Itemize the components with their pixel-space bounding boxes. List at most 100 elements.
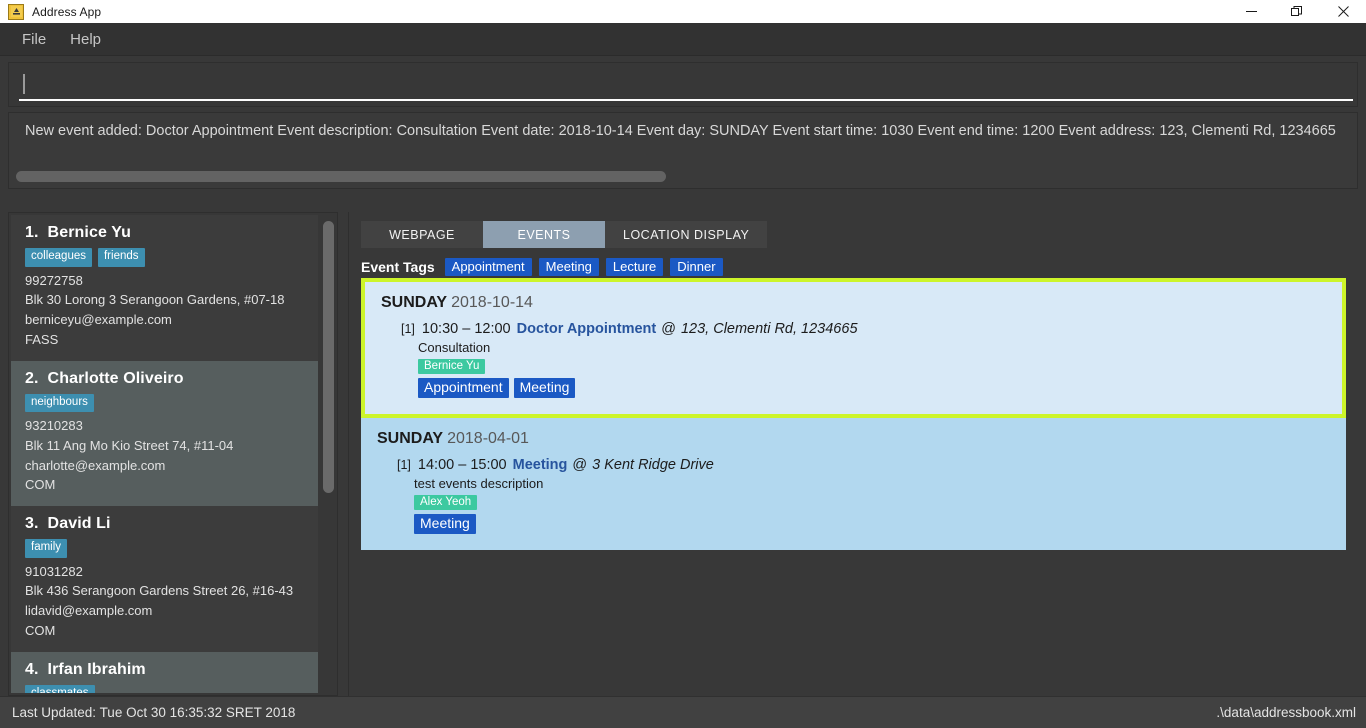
status-last-updated: Last Updated: Tue Oct 30 16:35:32 SRET 2… [12,705,296,720]
event-person-tag: Alex Yeoh [414,495,478,510]
status-bar: Last Updated: Tue Oct 30 16:35:32 SRET 2… [0,696,1366,728]
event-tag-filter-lecture[interactable]: Lecture [605,257,664,276]
person-index: 3. [25,515,39,533]
event-name[interactable]: Meeting [513,457,568,473]
event-tag-filter-appointment[interactable]: Appointment [444,257,532,276]
person-address: Blk 11 Ang Mo Kio Street 74, #11-04 [25,437,234,453]
person-name-row: 4. Irfan Ibrahim [25,661,304,679]
person-phone: 91031282 [25,563,83,579]
text-caret [23,74,25,94]
event-at-symbol: @ [661,321,676,337]
event-date-header: SUNDAY 2018-04-01 [377,430,1330,448]
person-tag: friends [97,248,145,267]
person-phone: 93210283 [25,418,83,434]
tab-webpage[interactable]: WEBPAGE [361,221,483,248]
person-index: 1. [25,224,39,241]
menu-help[interactable]: Help [58,26,113,53]
event-tags-bar: Event Tags Appointment Meeting Lecture D… [361,257,1358,276]
person-name-row: 3. David Li [25,515,304,533]
person-faculty: COM [25,477,56,493]
tab-bar: WEBPAGE EVENTS LOCATION DISPLAY [361,221,1358,248]
event-address: 123, Clementi Rd, 1234665 [680,321,858,337]
tab-location-display[interactable]: LOCATION DISPLAY [605,221,768,248]
event-tag-filter-dinner[interactable]: Dinner [670,257,723,276]
person-name: Irfan Ibrahim [47,660,146,678]
person-list-vscrollbar-thumb[interactable] [323,221,334,493]
person-index: 2. [25,369,39,387]
event-day: SUNDAY [381,294,448,311]
result-display-text: New event added: Doctor Appointment Even… [25,123,1336,139]
event-person-tag: Bernice Yu [418,359,486,374]
address-book-icon [8,3,24,20]
event-tag-row: Appointment Meeting [418,378,1326,398]
event-name[interactable]: Doctor Appointment [517,321,657,337]
event-tag: Appointment [418,378,509,398]
event-tag-filter-meeting[interactable]: Meeting [538,257,599,276]
person-list[interactable]: 1. Bernice Yu colleagues friends 99272758… [11,215,318,693]
event-address: 3 Kent Ridge Drive [592,457,714,473]
event-index: [1] [401,322,415,336]
menu-file[interactable]: File [10,26,58,53]
event-list[interactable]: SUNDAY 2018-10-14 [1] 10:30 – 12:00 Doctor … [361,278,1346,688]
event-date: 2018-10-14 [451,294,533,311]
command-box[interactable] [8,62,1358,107]
minimize-button[interactable] [1228,0,1274,23]
event-date-header: SUNDAY 2018-10-14 [381,294,1326,312]
person-email: charlotte@example.com [25,457,166,473]
person-tag-row: classmates [25,684,304,693]
window-controls [1228,0,1366,23]
event-description: Consultation [418,340,491,355]
event-at-symbol: @ [572,457,588,473]
person-name: David Li [47,515,111,533]
event-description: test events description [414,476,544,491]
event-summary-line: [1] 14:00 – 15:00 Meeting @3 Kent Ridge Dri… [397,457,1330,473]
person-name-row: 1. Bernice Yu [25,224,304,242]
event-time-range: 10:30 – 12:00 [421,321,511,337]
person-tag-row: family [25,539,304,558]
event-index: [1] [397,458,411,472]
person-name: Bernice Yu [47,224,131,241]
title-bar: Address App [0,0,1366,23]
main-split: 1. Bernice Yu colleagues friends 99272758… [0,212,1366,696]
tab-events[interactable]: EVENTS [483,221,605,248]
person-name: Charlotte Oliveiro [47,369,184,387]
event-time-range: 14:00 – 15:00 [417,457,507,473]
person-card[interactable]: 4.Irfan Ibrahim classmates 92492021 Blk … [11,651,318,693]
event-summary-line: [1] 10:30 – 12:00 Doctor Appointment @123, … [401,321,1326,337]
event-tag: Meeting [513,378,576,398]
command-input-underline [19,99,1353,101]
person-card[interactable]: 2. Charlotte Oliveiro neighbours 93210283… [11,360,318,507]
person-email: lidavid@example.com [25,603,153,619]
person-tag: neighbours [25,393,94,413]
event-detail-row: [1] 10:30 – 12:00 Doctor Appointment @123, … [381,321,1326,398]
event-day: SUNDAY [377,430,444,447]
person-tag-row: colleagues friends [25,248,304,267]
status-save-location: .\data\addressbook.xml [1216,705,1356,720]
result-hscrollbar-thumb[interactable] [16,171,666,182]
person-tag-row: neighbours [25,393,304,413]
menu-bar: File Help [0,23,1366,56]
event-date: 2018-04-01 [447,430,529,447]
person-tag: classmates [25,684,95,693]
event-person-row: Alex Yeoh [414,495,1330,510]
person-card[interactable]: 3. David Li family 91031282 Blk 436 Seran… [11,506,318,652]
person-phone: 99272758 [25,272,83,288]
event-person-row: Bernice Yu [418,359,1326,374]
person-faculty: COM [25,622,56,638]
event-card[interactable]: SUNDAY 2018-10-14 [1] 10:30 – 12:00 Doctor … [361,278,1346,418]
event-tags-label: Event Tags [361,258,435,275]
event-detail-row: [1] 14:00 – 15:00 Meeting @3 Kent Ridge Dri… [377,457,1330,534]
person-index: 4. [25,660,39,678]
event-tag: Meeting [414,514,476,534]
person-email: berniceyu@example.com [25,312,172,328]
close-button[interactable] [1320,0,1366,23]
person-tag: colleagues [25,248,92,267]
person-card[interactable]: 1. Bernice Yu colleagues friends 99272758… [11,215,318,361]
person-address: Blk 30 Lorong 3 Serangoon Gardens, #07-1… [25,292,285,308]
event-tag-row: Meeting [414,514,1330,534]
command-input[interactable] [23,71,1351,97]
person-name-row: 2. Charlotte Oliveiro [25,370,304,388]
event-card[interactable]: SUNDAY 2018-04-01 [1] 14:00 – 15:00 Meeting… [361,418,1346,550]
browser-panel: WEBPAGE EVENTS LOCATION DISPLAY Event Ta… [348,212,1358,696]
maximize-button[interactable] [1274,0,1320,23]
